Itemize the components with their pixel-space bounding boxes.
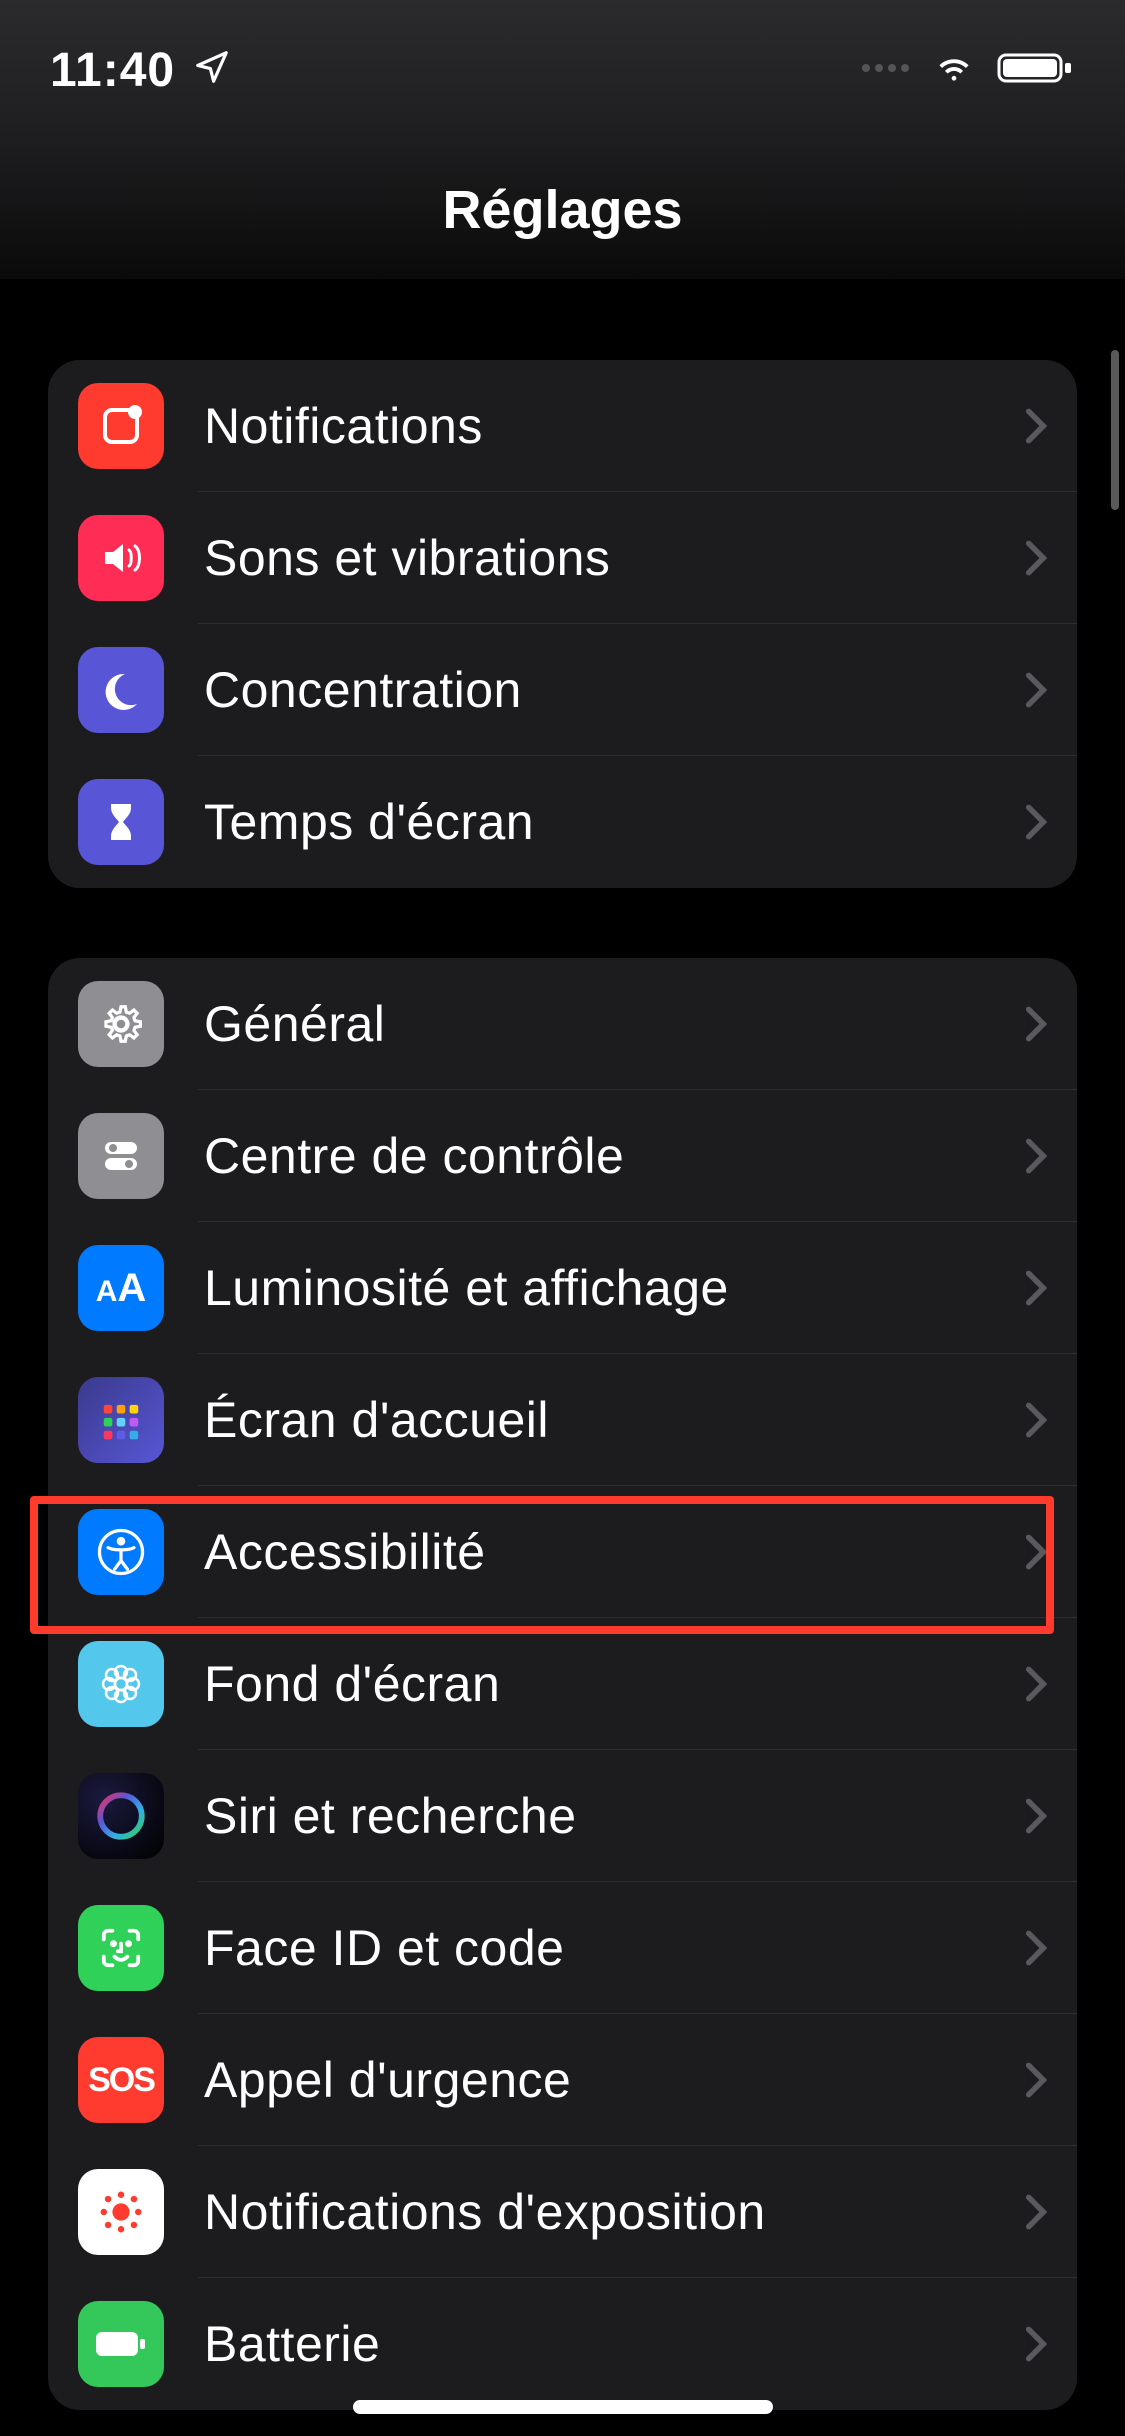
row-label: Concentration <box>204 661 1025 719</box>
row-sounds[interactable]: Sons et vibrations <box>48 492 1077 624</box>
battery-settings-icon <box>78 2301 164 2387</box>
faceid-icon <box>78 1905 164 1991</box>
row-accessibility[interactable]: Accessibilité <box>48 1486 1077 1618</box>
row-label: Fond d'écran <box>204 1655 1025 1713</box>
battery-icon <box>997 49 1075 92</box>
gear-icon <box>78 981 164 1067</box>
row-label: Sons et vibrations <box>204 529 1025 587</box>
scroll-indicator[interactable] <box>1111 350 1119 510</box>
chevron-right-icon <box>1025 1269 1047 1307</box>
home-screen-icon <box>78 1377 164 1463</box>
chevron-right-icon <box>1025 1533 1047 1571</box>
chevron-right-icon <box>1025 2061 1047 2099</box>
row-battery[interactable]: Batterie <box>48 2278 1077 2410</box>
row-general[interactable]: Général <box>48 958 1077 1090</box>
settings-content: Notifications Sons et vibrations Concent… <box>0 280 1125 2436</box>
chevron-right-icon <box>1025 2193 1047 2231</box>
home-indicator[interactable] <box>353 2400 773 2414</box>
chevron-right-icon <box>1025 1665 1047 1703</box>
sounds-icon <box>78 515 164 601</box>
row-label: Centre de contrôle <box>204 1127 1025 1185</box>
chevron-right-icon <box>1025 1137 1047 1175</box>
row-faceid[interactable]: Face ID et code <box>48 1882 1077 2014</box>
status-bar: 11:40 <box>0 0 1125 140</box>
row-label: Notifications d'exposition <box>204 2183 1025 2241</box>
accessibility-icon <box>78 1509 164 1595</box>
chevron-right-icon <box>1025 539 1047 577</box>
chevron-right-icon <box>1025 803 1047 841</box>
row-label: Écran d'accueil <box>204 1391 1025 1449</box>
chevron-right-icon <box>1025 1797 1047 1835</box>
row-label: Siri et recherche <box>204 1787 1025 1845</box>
chevron-right-icon <box>1025 1929 1047 1967</box>
status-right <box>861 49 1075 92</box>
status-time: 11:40 <box>50 43 175 98</box>
row-emergency[interactable]: SOS Appel d'urgence <box>48 2014 1077 2146</box>
page-title: Réglages <box>442 179 682 241</box>
emergency-icon: SOS <box>78 2037 164 2123</box>
settings-group-1: Notifications Sons et vibrations Concent… <box>48 360 1077 888</box>
row-label: Notifications <box>204 397 1025 455</box>
wifi-icon <box>929 49 979 92</box>
row-focus[interactable]: Concentration <box>48 624 1077 756</box>
wallpaper-icon <box>78 1641 164 1727</box>
page-header: Réglages <box>0 140 1125 280</box>
settings-group-2: Général Centre de contrôle AA Luminosité… <box>48 958 1077 2410</box>
row-siri[interactable]: Siri et recherche <box>48 1750 1077 1882</box>
chevron-right-icon <box>1025 2325 1047 2363</box>
row-wallpaper[interactable]: Fond d'écran <box>48 1618 1077 1750</box>
notifications-icon <box>78 383 164 469</box>
row-screentime[interactable]: Temps d'écran <box>48 756 1077 888</box>
row-label: Face ID et code <box>204 1919 1025 1977</box>
row-notifications[interactable]: Notifications <box>48 360 1077 492</box>
exposure-icon <box>78 2169 164 2255</box>
status-left: 11:40 <box>50 43 231 98</box>
focus-icon <box>78 647 164 733</box>
chevron-right-icon <box>1025 1005 1047 1043</box>
siri-icon <box>78 1773 164 1859</box>
screentime-icon <box>78 779 164 865</box>
location-arrow-icon <box>193 43 231 98</box>
row-label: Batterie <box>204 2315 1025 2373</box>
row-label: Luminosité et affichage <box>204 1259 1025 1317</box>
row-label: Temps d'écran <box>204 793 1025 851</box>
display-icon: AA <box>78 1245 164 1331</box>
row-control-center[interactable]: Centre de contrôle <box>48 1090 1077 1222</box>
row-home-screen[interactable]: Écran d'accueil <box>48 1354 1077 1486</box>
control-center-icon <box>78 1113 164 1199</box>
row-display[interactable]: AA Luminosité et affichage <box>48 1222 1077 1354</box>
chevron-right-icon <box>1025 1401 1047 1439</box>
row-exposure[interactable]: Notifications d'exposition <box>48 2146 1077 2278</box>
cellular-dots-icon <box>861 61 911 80</box>
row-label: Général <box>204 995 1025 1053</box>
chevron-right-icon <box>1025 407 1047 445</box>
chevron-right-icon <box>1025 671 1047 709</box>
row-label: Accessibilité <box>204 1523 1025 1581</box>
row-label: Appel d'urgence <box>204 2051 1025 2109</box>
